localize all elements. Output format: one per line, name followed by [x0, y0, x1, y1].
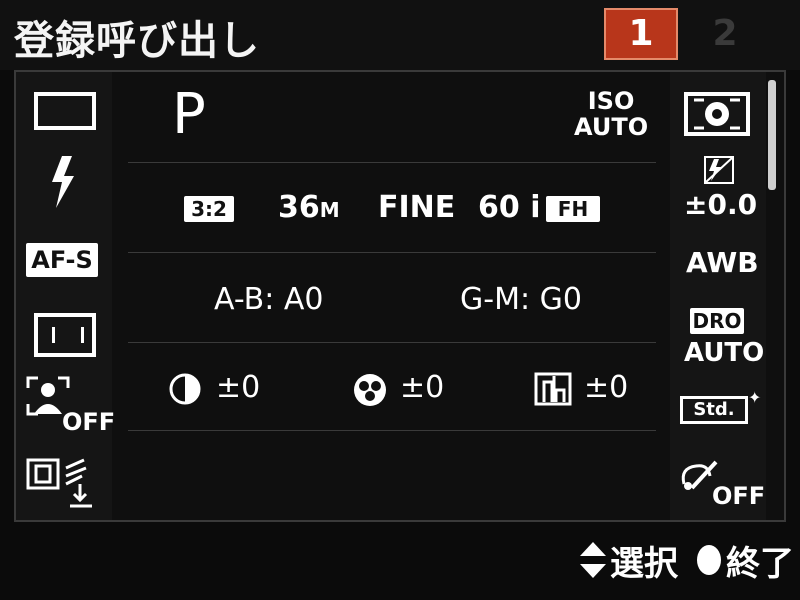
focus-mode-badge[interactable]: AF-S: [26, 243, 98, 277]
flash-comp-value[interactable]: ±0.0: [684, 188, 757, 221]
up-down-arrows-icon: [580, 542, 606, 578]
iso-setting[interactable]: ISO AUTO: [574, 88, 648, 140]
picture-effect-off-label: OFF: [712, 482, 766, 510]
sharpness-icon: [534, 372, 572, 406]
aspect-ratio-badge[interactable]: 3:2: [184, 196, 234, 222]
smile-shutter-icon[interactable]: [26, 456, 100, 512]
dro-value[interactable]: AUTO: [684, 338, 764, 368]
footer-select-label: 選択: [610, 544, 678, 584]
contrast-value[interactable]: ±0: [216, 370, 260, 405]
face-detection-off-label: OFF: [62, 408, 116, 436]
footer-end-label: 終了: [726, 544, 794, 584]
creative-style-plus-icon: ✦: [748, 388, 762, 407]
saturation-icon: [354, 374, 386, 406]
row-divider: [128, 162, 656, 163]
image-size[interactable]: 36M: [278, 190, 340, 225]
row-divider: [128, 252, 656, 253]
metering-mode-icon[interactable]: [684, 92, 750, 136]
shooting-mode[interactable]: P: [172, 82, 206, 147]
tab-2[interactable]: 2: [700, 8, 750, 60]
creative-style-badge[interactable]: Std.: [680, 396, 748, 424]
left-column: [16, 72, 112, 520]
tab-1[interactable]: 1: [604, 8, 678, 60]
iso-label: ISO: [587, 87, 635, 115]
image-size-unit: M: [319, 198, 340, 222]
focus-area-wide-icon[interactable]: [34, 313, 96, 357]
sharpness-value[interactable]: ±0: [584, 370, 628, 405]
white-balance[interactable]: AWB: [686, 246, 759, 279]
movie-quality-badge[interactable]: FH: [546, 196, 600, 222]
wb-green-magenta[interactable]: G-M: G0: [460, 282, 582, 317]
contrast-icon: [169, 373, 201, 405]
dro-badge[interactable]: DRO: [690, 308, 744, 334]
row-divider: [128, 342, 656, 343]
row-divider: [128, 430, 656, 431]
center-button-icon: [697, 545, 721, 575]
footer-bar: [0, 528, 800, 600]
movie-frame-rate[interactable]: 60 i: [478, 190, 540, 225]
iso-value: AUTO: [574, 113, 649, 141]
drive-mode-single-icon[interactable]: [34, 92, 96, 130]
page-title: 登録呼び出し: [14, 18, 260, 64]
wb-amber-blue[interactable]: A-B: A0: [214, 282, 323, 317]
right-column: [670, 72, 766, 520]
quality-setting[interactable]: FINE: [378, 190, 455, 225]
image-size-value: 36: [278, 190, 320, 225]
scrollbar[interactable]: [768, 80, 776, 190]
saturation-value[interactable]: ±0: [400, 370, 444, 405]
flash-icon[interactable]: [48, 156, 78, 208]
flash-comp-icon: [704, 156, 734, 184]
